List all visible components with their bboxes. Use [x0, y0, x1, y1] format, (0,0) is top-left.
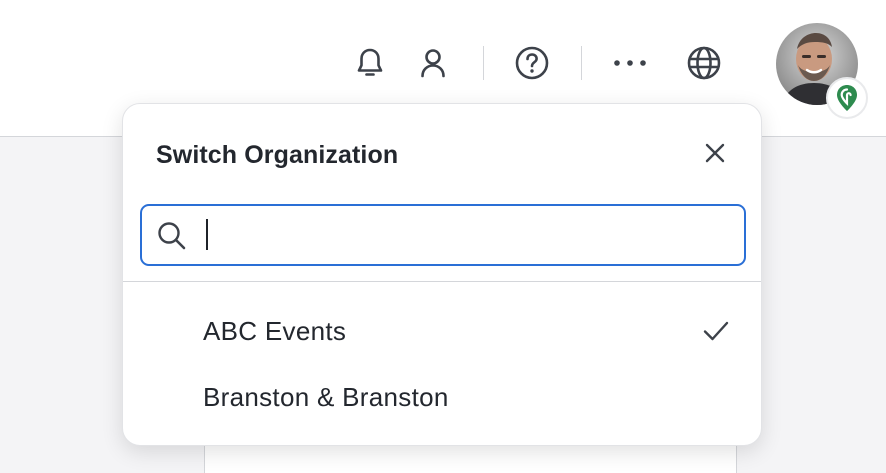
organization-badge: [826, 77, 868, 119]
popover-title: Switch Organization: [156, 141, 399, 169]
more-button[interactable]: [610, 43, 650, 83]
globe-icon: [687, 46, 721, 80]
notifications-button[interactable]: [350, 43, 390, 83]
user-icon: [421, 49, 445, 78]
header-divider: [483, 46, 484, 80]
profile-button[interactable]: [413, 43, 453, 83]
search-icon: [158, 222, 186, 250]
header-divider: [581, 46, 582, 80]
switch-organization-popover: Switch Organization ABC Events Branston …: [122, 103, 762, 446]
more-icon: [614, 60, 646, 66]
map-pin-icon: [837, 85, 857, 111]
text-caret: [206, 219, 208, 250]
help-button[interactable]: [512, 43, 552, 83]
language-button[interactable]: [684, 43, 724, 83]
close-button[interactable]: [697, 135, 733, 171]
organization-item-branston-branston[interactable]: Branston & Branston: [123, 366, 761, 428]
organization-item-abc-events[interactable]: ABC Events: [123, 300, 761, 362]
check-icon: [703, 321, 729, 341]
bell-icon: [357, 48, 383, 76]
organization-name: ABC Events: [203, 316, 347, 346]
close-icon: [705, 143, 725, 163]
help-icon: [515, 46, 549, 80]
search-input[interactable]: [202, 210, 732, 260]
search-box[interactable]: [140, 204, 746, 266]
divider: [123, 281, 761, 282]
organization-name: Branston & Branston: [203, 382, 449, 412]
